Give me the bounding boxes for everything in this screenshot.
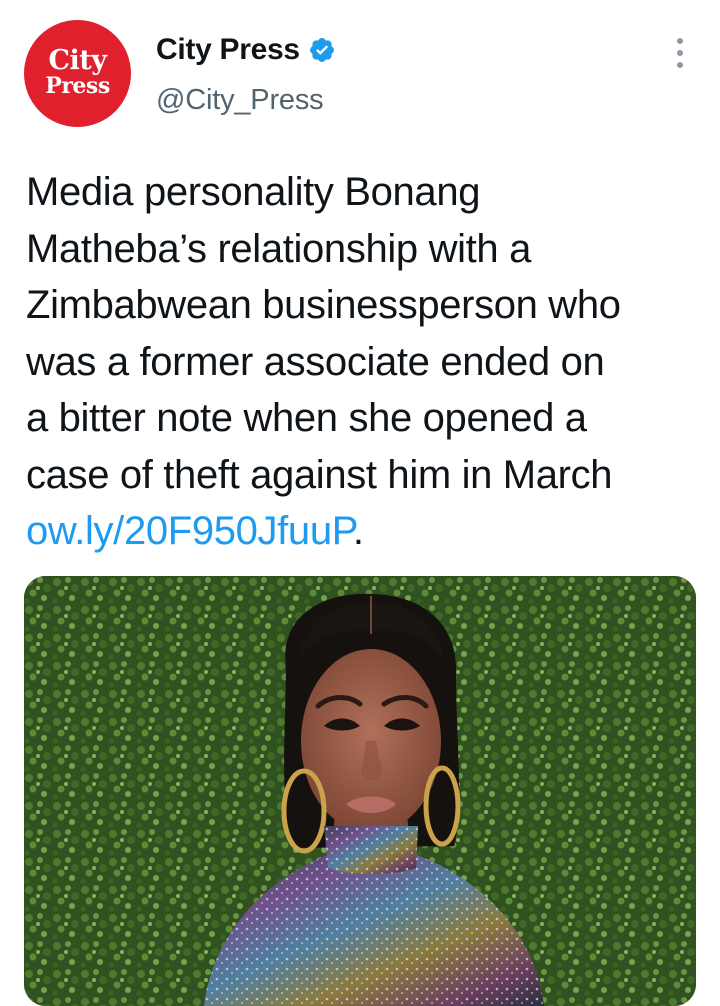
photo-illustration: [24, 576, 696, 1006]
avatar[interactable]: City Press: [24, 20, 131, 127]
more-vertical-icon[interactable]: [666, 36, 694, 70]
tweet-text-line: Media personality Bonang: [26, 170, 481, 214]
verified-badge-icon: [308, 36, 336, 64]
tweet-link[interactable]: ow.ly/20F950JfuuP: [26, 509, 353, 553]
tweet-photo[interactable]: [24, 576, 696, 1006]
tweet-text-line: was a former associate ended on: [26, 339, 605, 384]
tweet[interactable]: City Press City Press @City_Press Media …: [0, 0, 720, 1006]
tweet-text-line: Matheba’s relationship with a: [26, 226, 531, 271]
menu-dot: [677, 38, 683, 44]
tweet-link-line: ow.ly/20F950JfuuP.: [26, 503, 706, 560]
tweet-text-line: case of theft against him in March: [26, 452, 613, 497]
menu-dot: [677, 50, 683, 56]
author-name-row[interactable]: City Press: [156, 32, 336, 68]
avatar-logo-text: City Press: [24, 47, 131, 97]
tweet-text: Media personality Bonang Matheba’s relat…: [26, 164, 706, 560]
menu-dot: [677, 62, 683, 68]
tweet-text-line: a bitter note when she opened a: [26, 396, 587, 440]
author-display-name[interactable]: City Press: [156, 33, 300, 67]
avatar-logo-line2: Press: [45, 73, 110, 99]
author-handle[interactable]: @City_Press: [156, 84, 324, 117]
tweet-text-line: Zimbabwean businessperson who: [26, 283, 621, 327]
tweet-trailing-period: .: [352, 509, 364, 553]
avatar-logo-line1: City: [48, 45, 107, 76]
